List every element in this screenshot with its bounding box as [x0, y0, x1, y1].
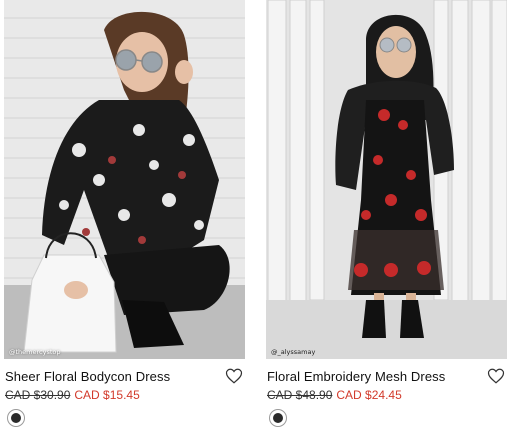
product-name[interactable]: Floral Embroidery Mesh Dress — [267, 369, 445, 384]
product-card[interactable]: @_alyssamay Floral Embroidery Mesh Dress… — [266, 0, 507, 404]
color-swatch[interactable] — [7, 409, 25, 427]
product-image[interactable]: @_alyssamay — [266, 0, 507, 359]
product-card[interactable]: @themercystop Sheer Floral Bodycon Dress… — [4, 0, 245, 404]
product-name[interactable]: Sheer Floral Bodycon Dress — [5, 369, 170, 384]
color-swatch-fill — [11, 413, 21, 423]
heart-outline-icon[interactable] — [225, 367, 243, 385]
photo-credit: @_alyssamay — [271, 348, 316, 356]
color-swatch[interactable] — [269, 409, 287, 427]
product-image[interactable]: @themercystop — [4, 0, 245, 359]
photo-credit: @themercystop — [9, 348, 61, 356]
color-swatch-fill — [273, 413, 283, 423]
heart-outline-icon[interactable] — [487, 367, 505, 385]
